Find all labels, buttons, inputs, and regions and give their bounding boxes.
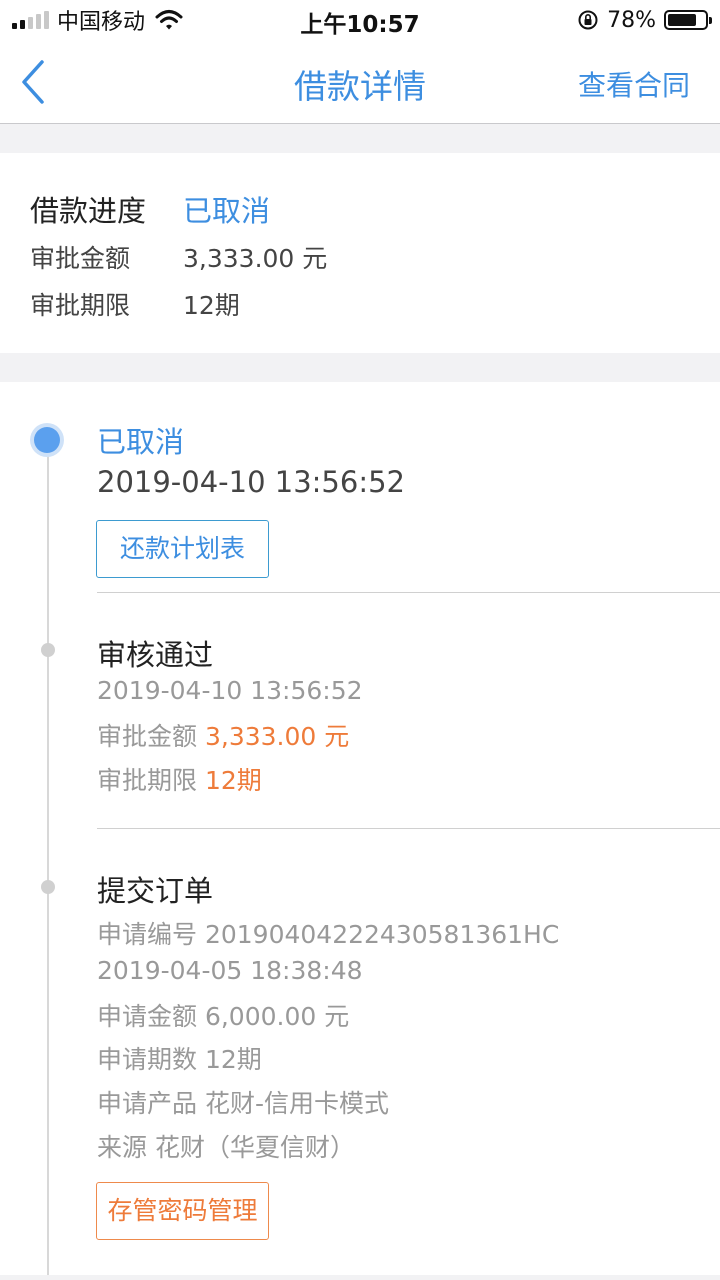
step-submitted-title: 提交订单 xyxy=(97,874,214,908)
battery-percent: 78% xyxy=(607,7,656,33)
back-button[interactable] xyxy=(14,58,54,106)
step-approved-time: 2019-04-10 13:56:52 xyxy=(97,676,363,705)
carrier-name: 中国移动 xyxy=(57,10,146,35)
divider xyxy=(97,828,720,829)
timeline-line xyxy=(47,440,49,1275)
timeline-dot xyxy=(41,643,55,657)
repayment-plan-button[interactable]: 还款计划表 xyxy=(96,520,269,578)
approved-term-value: 12期 xyxy=(204,766,262,795)
wifi-icon xyxy=(155,10,183,30)
chevron-left-icon xyxy=(22,60,44,104)
step-approved-title: 审核通过 xyxy=(97,638,214,672)
nav-bar: 借款详情 查看合同 xyxy=(0,40,720,124)
signal-icon xyxy=(12,11,49,29)
term-label: 审批期限 xyxy=(30,291,131,320)
approved-term-label: 审批期限 xyxy=(97,766,198,795)
amount-row: 审批金额 3,333.00 元 xyxy=(30,239,327,275)
step-cancelled-title: 已取消 xyxy=(97,425,185,459)
step-submitted-term: 申请期数 12期 xyxy=(97,1045,262,1074)
step-approved-amount: 审批金额 3,333.00 元 xyxy=(97,717,349,753)
amount-label: 审批金额 xyxy=(30,244,131,273)
step-submitted-time: 2019-04-05 18:38:48 xyxy=(97,956,363,985)
step-submitted-order-no: 申请编号 20190404222430581361HC xyxy=(97,920,560,949)
step-submitted-product: 申请产品 花财-信用卡模式 xyxy=(97,1089,389,1118)
view-contract-button[interactable]: 查看合同 xyxy=(578,64,690,104)
battery-icon xyxy=(664,10,712,30)
step-approved-term: 审批期限 12期 xyxy=(97,761,262,797)
step-submitted-source: 来源 花财（华夏信财） xyxy=(97,1133,355,1162)
progress-value: 已取消 xyxy=(183,194,271,228)
approved-amount-label: 审批金额 xyxy=(97,722,198,751)
timeline-dot xyxy=(41,880,55,894)
step-cancelled-time: 2019-04-10 13:56:52 xyxy=(97,465,405,499)
amount-value: 3,333.00 元 xyxy=(183,244,328,273)
progress-label: 借款进度 xyxy=(30,194,147,228)
battery-fill xyxy=(668,14,696,26)
loan-timeline: 已取消 2019-04-10 13:56:52 还款计划表 审核通过 2019-… xyxy=(0,382,720,1275)
orientation-lock-icon xyxy=(578,10,598,30)
approved-amount-value: 3,333.00 元 xyxy=(204,722,350,751)
step-submitted-amount: 申请金额 6,000.00 元 xyxy=(97,1002,350,1031)
term-row: 审批期限 12期 xyxy=(30,286,240,322)
term-value: 12期 xyxy=(183,291,240,320)
divider xyxy=(97,592,720,593)
timeline-dot-active xyxy=(34,427,60,453)
bottom-strip xyxy=(0,1275,720,1280)
progress-row: 借款进度 已取消 xyxy=(30,188,270,230)
loan-summary-card: 借款进度 已取消 审批金额 3,333.00 元 审批期限 12期 xyxy=(0,153,720,353)
custody-password-button[interactable]: 存管密码管理 xyxy=(96,1182,269,1240)
status-bar: 中国移动 上午10:57 78% xyxy=(0,0,720,40)
